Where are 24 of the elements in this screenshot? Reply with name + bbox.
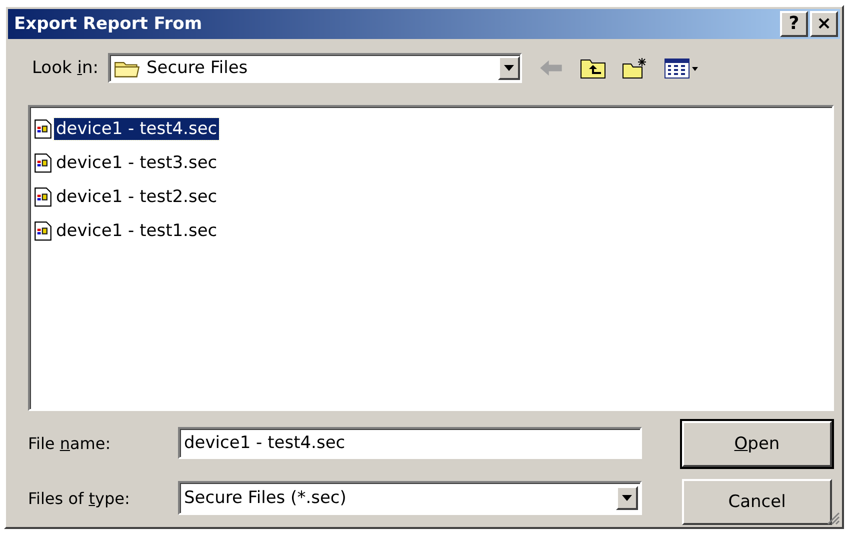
dialog-button[interactable]: Cancel [682, 479, 832, 525]
file-item[interactable]: device1 - test3.sec [54, 152, 220, 174]
file-item[interactable]: device1 - test2.sec [54, 186, 220, 208]
file-type-dropdown[interactable]: Secure Files (*.sec) [178, 481, 642, 515]
file-icon [34, 118, 52, 140]
file-list[interactable]: device1 - test4.sec device1 - test3.sec device1 - test2.sec device1 - test1.sec [28, 104, 834, 411]
file-name-label: File name: [28, 434, 112, 452]
close-button[interactable]: × [810, 10, 838, 37]
look-in-label: Look in: [32, 58, 98, 78]
help-button[interactable]: ? [780, 10, 808, 37]
file-name-field[interactable]: device1 - test4.sec [178, 427, 642, 459]
resize-grip-icon[interactable] [826, 511, 840, 525]
file-icon [34, 186, 52, 208]
file-item[interactable]: device1 - test1.sec [54, 220, 220, 242]
up-folder-icon[interactable] [580, 56, 606, 79]
file-type-label: Files of type: [28, 488, 131, 508]
file-item[interactable]: device1 - test4.sec [54, 118, 220, 140]
window-title: Export Report From [14, 14, 202, 34]
dialog-button[interactable]: Open [682, 421, 832, 467]
file-icon [34, 152, 52, 174]
file-icon [34, 220, 52, 242]
look-in-dropdown[interactable]: Secure Files [108, 52, 522, 83]
view-menu-icon[interactable] [664, 56, 700, 79]
new-folder-icon[interactable] [622, 56, 648, 79]
